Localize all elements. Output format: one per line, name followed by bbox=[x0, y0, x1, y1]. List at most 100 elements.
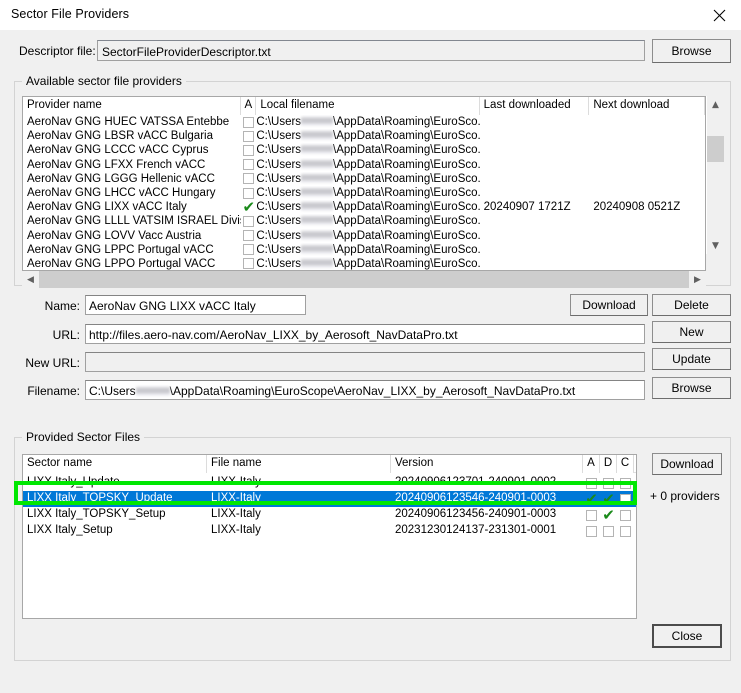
provider-row[interactable]: AeroNav GNG LBSR vACC Bulgaria C:\Users \A… bbox=[23, 129, 705, 143]
new-url-input[interactable] bbox=[85, 352, 645, 372]
col-local-filename[interactable]: Local filename bbox=[256, 97, 480, 115]
sector-d-cell[interactable] bbox=[600, 475, 617, 491]
descriptor-browse-button[interactable]: Browse bbox=[652, 39, 731, 63]
sector-version-cell: 20240906123546-240901-0003 bbox=[395, 492, 557, 504]
checkbox-icon[interactable] bbox=[243, 244, 255, 256]
sector-c-cell[interactable] bbox=[617, 507, 634, 523]
checkbox-icon[interactable] bbox=[620, 509, 631, 521]
close-dialog-button[interactable]: Close bbox=[652, 624, 722, 648]
filename-input[interactable]: C:\Users \AppData\Roaming\EuroScope\AeroN… bbox=[85, 380, 645, 400]
provider-active-cell[interactable] bbox=[241, 158, 256, 172]
provider-active-cell[interactable] bbox=[241, 129, 256, 143]
check-icon: ✔ bbox=[602, 507, 615, 523]
checkbox-icon[interactable] bbox=[243, 144, 255, 156]
new-provider-button[interactable]: New bbox=[652, 321, 731, 343]
browse-filename-button[interactable]: Browse bbox=[652, 377, 731, 399]
provider-next-download-cell bbox=[589, 214, 705, 228]
checkbox-icon[interactable] bbox=[603, 477, 614, 489]
close-window-button[interactable] bbox=[697, 0, 741, 30]
scroll-left-arrow-icon[interactable]: ◀ bbox=[22, 271, 39, 288]
provider-active-cell[interactable] bbox=[241, 243, 256, 257]
col-active[interactable]: A bbox=[241, 97, 257, 115]
name-input[interactable] bbox=[85, 295, 306, 315]
provider-row[interactable]: AeroNav GNG LOVV Vacc Austria C:\Users \Ap… bbox=[23, 229, 705, 243]
checkbox-icon[interactable] bbox=[620, 525, 631, 537]
checkbox-icon[interactable] bbox=[620, 477, 631, 489]
checkbox-icon[interactable] bbox=[243, 258, 255, 270]
provider-active-cell[interactable] bbox=[241, 143, 256, 157]
delete-provider-button[interactable]: Delete bbox=[652, 294, 731, 316]
checkbox-icon[interactable] bbox=[603, 525, 614, 537]
sector-a-cell[interactable] bbox=[583, 507, 600, 523]
providers-horizontal-scrollbar[interactable]: ◀ ▶ bbox=[22, 271, 706, 288]
provider-row[interactable]: AeroNav GNG LIXX vACC Italy ✔ C:\Users \App… bbox=[23, 200, 705, 214]
checkbox-icon[interactable] bbox=[243, 130, 255, 142]
provider-active-cell[interactable] bbox=[241, 214, 256, 228]
provider-row[interactable]: AeroNav GNG LPPO Portugal VACC C:\Users \A… bbox=[23, 257, 705, 270]
provider-active-cell[interactable] bbox=[241, 229, 256, 243]
url-input[interactable] bbox=[85, 324, 645, 344]
provider-row[interactable]: AeroNav GNG HUEC VATSSA Entebbe C:\Users \… bbox=[23, 115, 705, 129]
checkbox-icon[interactable] bbox=[586, 525, 597, 537]
download-provider-button[interactable]: Download bbox=[570, 294, 648, 316]
provided-sector-files-listview[interactable]: Sector name File name Version A D C LIXX… bbox=[22, 454, 637, 619]
sector-file-row[interactable]: LIXX Italy_TOPSKY_Update LIXX-Italy 202409… bbox=[23, 491, 636, 507]
providers-vertical-scrollbar[interactable]: ▲ ▼ bbox=[706, 96, 724, 254]
scroll-down-arrow-icon[interactable]: ▼ bbox=[707, 237, 724, 254]
provider-row[interactable]: AeroNav GNG LPPC Portugal vACC C:\Users \A… bbox=[23, 243, 705, 257]
provider-active-cell[interactable] bbox=[241, 172, 256, 186]
provider-row[interactable]: AeroNav GNG LCCC vACC Cyprus C:\Users \App… bbox=[23, 143, 705, 157]
col-file-name[interactable]: File name bbox=[207, 455, 391, 473]
download-sector-file-button[interactable]: Download bbox=[652, 453, 722, 475]
checkbox-icon[interactable] bbox=[243, 230, 255, 242]
provider-row[interactable]: AeroNav GNG LHCC vACC Hungary C:\Users \Ap… bbox=[23, 186, 705, 200]
checkbox-icon[interactable] bbox=[243, 173, 255, 185]
sector-a-cell[interactable] bbox=[583, 475, 600, 491]
sector-d-cell[interactable]: ✔ bbox=[600, 491, 617, 507]
sector-c-cell[interactable] bbox=[617, 523, 634, 539]
provider-active-cell[interactable]: ✔ bbox=[241, 200, 256, 214]
sector-d-cell[interactable] bbox=[600, 523, 617, 539]
title-bar: Sector File Providers bbox=[0, 0, 741, 30]
sector-a-cell[interactable]: ✔ bbox=[583, 491, 600, 507]
checkbox-icon[interactable] bbox=[243, 215, 255, 227]
sector-c-cell[interactable] bbox=[617, 491, 634, 507]
checkbox-icon[interactable] bbox=[243, 187, 255, 199]
sector-file-row[interactable]: LIXX Italy_TOPSKY_Setup LIXX-Italy 2024090… bbox=[23, 507, 636, 523]
descriptor-file-input[interactable] bbox=[97, 40, 645, 61]
scroll-right-arrow-icon[interactable]: ▶ bbox=[689, 271, 706, 288]
sector-d-cell[interactable]: ✔ bbox=[600, 507, 617, 523]
col-sf-c[interactable]: C bbox=[617, 455, 634, 473]
provider-active-cell[interactable] bbox=[241, 115, 256, 129]
col-sector-name[interactable]: Sector name bbox=[23, 455, 207, 473]
checkbox-icon[interactable] bbox=[243, 159, 255, 171]
checkbox-icon[interactable] bbox=[586, 509, 597, 521]
col-next-download[interactable]: Next download bbox=[589, 97, 705, 115]
provider-row[interactable]: AeroNav GNG LLLL VATSIM ISRAEL Division C… bbox=[23, 214, 705, 228]
col-provider-name[interactable]: Provider name bbox=[23, 97, 242, 115]
provider-row[interactable]: AeroNav GNG LGGG Hellenic vACC C:\Users \A… bbox=[23, 172, 705, 186]
available-providers-listview[interactable]: Provider name A Local filename Last down… bbox=[22, 96, 706, 271]
available-providers-group-title: Available sector file providers bbox=[22, 74, 186, 88]
checkbox-icon[interactable] bbox=[586, 477, 597, 489]
update-provider-button[interactable]: Update bbox=[652, 348, 731, 370]
col-version[interactable]: Version bbox=[391, 455, 583, 473]
checkbox-icon[interactable] bbox=[243, 116, 255, 128]
sector-a-cell[interactable] bbox=[583, 523, 600, 539]
scroll-up-arrow-icon[interactable]: ▲ bbox=[707, 96, 724, 113]
col-last-downloaded[interactable]: Last downloaded bbox=[479, 97, 590, 115]
sector-file-row[interactable]: LIXX Italy_Update LIXX-Italy 2024090612370… bbox=[23, 475, 636, 491]
provider-name-cell: AeroNav GNG LBSR vACC Bulgaria bbox=[27, 130, 213, 143]
sector-file-row[interactable]: LIXX Italy_Setup LIXX-Italy 20231230124137… bbox=[23, 523, 636, 539]
provider-next-download-cell bbox=[589, 229, 705, 243]
provider-active-cell[interactable] bbox=[241, 186, 256, 200]
col-sf-d[interactable]: D bbox=[600, 455, 617, 473]
providers-scroll-thumb[interactable] bbox=[707, 136, 724, 162]
provider-row[interactable]: AeroNav GNG LFXX French vACC C:\Users \App… bbox=[23, 158, 705, 172]
provider-active-cell[interactable] bbox=[241, 257, 256, 270]
checkbox-icon[interactable] bbox=[620, 493, 631, 505]
sector-c-cell[interactable] bbox=[617, 475, 634, 491]
col-sf-a[interactable]: A bbox=[583, 455, 600, 473]
check-icon: ✔ bbox=[602, 491, 615, 507]
providers-hscroll-thumb[interactable] bbox=[39, 271, 689, 288]
